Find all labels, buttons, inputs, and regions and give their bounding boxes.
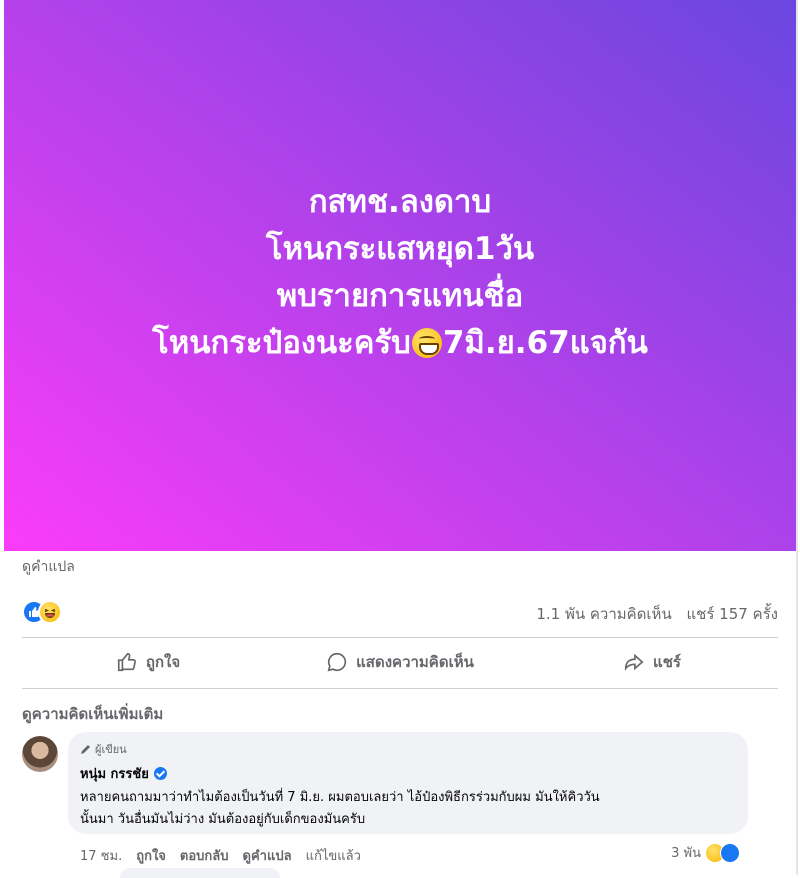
comment-text-line: หลายคนถามมาว่าทำไมต้องเป็นวันที่ 7 มิ.ย.…: [80, 790, 600, 805]
post-stats: 1.1 พัน ความคิดเห็น แชร์ 157 ครั้ง: [526, 602, 778, 626]
comments-count[interactable]: 1.1 พัน ความคิดเห็น: [536, 605, 671, 623]
banner-text: กสทช.ลงดาบ โหนกระแสหยุด1วัน พบรายการแทนช…: [152, 179, 648, 367]
verified-badge-icon: [153, 767, 167, 780]
thumbs-up-icon: [117, 652, 136, 672]
comment-edited-label[interactable]: แก้ไขแล้ว: [306, 845, 361, 866]
comment-translate-link[interactable]: ดูคำแปล: [243, 845, 292, 866]
comment-text-line: นั้นมา วันอื่นมันไม่ว่าง มันต้องอยู่กับเ…: [80, 812, 366, 827]
comment-bubble: ผู้เขียน หนุ่ม กรรชัย หลายคนถามมาว่าทำไม…: [68, 732, 748, 834]
like-button[interactable]: ถูกใจ: [22, 640, 274, 684]
reactions-summary: 1.1 พัน ความคิดเห็น แชร์ 157 ครั้ง: [22, 600, 778, 624]
shares-count[interactable]: แชร์ 157 ครั้ง: [687, 605, 779, 623]
commenter-name[interactable]: หนุ่ม กรรชัย: [80, 763, 736, 784]
commenter-name-text[interactable]: หนุ่ม กรรชัย: [80, 763, 149, 784]
comment-text: หลายคนถามมาว่าทำไมต้องเป็นวันที่ 7 มิ.ย.…: [80, 787, 736, 831]
share-label: แชร์: [653, 653, 681, 671]
banner-line: พบรายการแทนชื่อ: [276, 277, 524, 314]
banner-line: โหนกระป๋องนะครับ 7มิ.ย.67แจกัน: [152, 320, 648, 367]
comment-reply-link[interactable]: ตอบกลับ: [180, 845, 229, 866]
share-arrow-icon: [624, 653, 644, 671]
banner-line: กสทช.ลงดาบ: [308, 183, 492, 220]
comment-button[interactable]: แสดงความคิดเห็น: [274, 640, 526, 684]
pencil-icon: [81, 745, 90, 754]
haha-icon[interactable]: [38, 600, 62, 624]
view-more-comments-link[interactable]: ดูความคิดเห็นเพิ่มเติม: [22, 702, 163, 726]
next-comment-bubble: [120, 868, 280, 878]
banner-line-part: โหนกระป๋องนะครับ: [152, 324, 411, 361]
comment-bubble-icon: [327, 652, 347, 672]
see-translation-link[interactable]: ดูคำแปล: [22, 556, 75, 578]
author-badge: ผู้เขียน: [80, 740, 736, 758]
like-icon: [720, 842, 740, 863]
share-button[interactable]: แชร์: [526, 640, 778, 684]
post-actions: ถูกใจ แสดงความคิดเห็น แชร์: [22, 640, 778, 684]
comment-meta: 17 ชม. ถูกใจ ตอบกลับ ดูคำแปล แก้ไขแล้ว: [80, 845, 375, 866]
grinning-face-icon: [411, 327, 442, 358]
comment-reaction-count: 3 พัน: [671, 846, 701, 861]
banner-line: โหนกระแสหยุด1วัน: [265, 230, 535, 267]
post-text-banner[interactable]: กสทช.ลงดาบ โหนกระแสหยุด1วัน พบรายการแทนช…: [4, 0, 796, 551]
comment-time[interactable]: 17 ชม.: [80, 845, 122, 866]
like-label: ถูกใจ: [145, 653, 181, 671]
author-badge-label: ผู้เขียน: [95, 743, 127, 756]
post-card: กสทช.ลงดาบ โหนกระแสหยุด1วัน พบรายการแทนช…: [0, 0, 798, 878]
comment-like-link[interactable]: ถูกใจ: [136, 845, 166, 866]
comment-label: แสดงความคิดเห็น: [356, 653, 474, 671]
divider: [22, 637, 778, 638]
divider: [22, 688, 778, 689]
banner-line-part: 7มิ.ย.67แจกัน: [442, 324, 648, 361]
comment-reactions[interactable]: 3 พัน: [671, 842, 740, 863]
avatar[interactable]: [22, 736, 58, 772]
